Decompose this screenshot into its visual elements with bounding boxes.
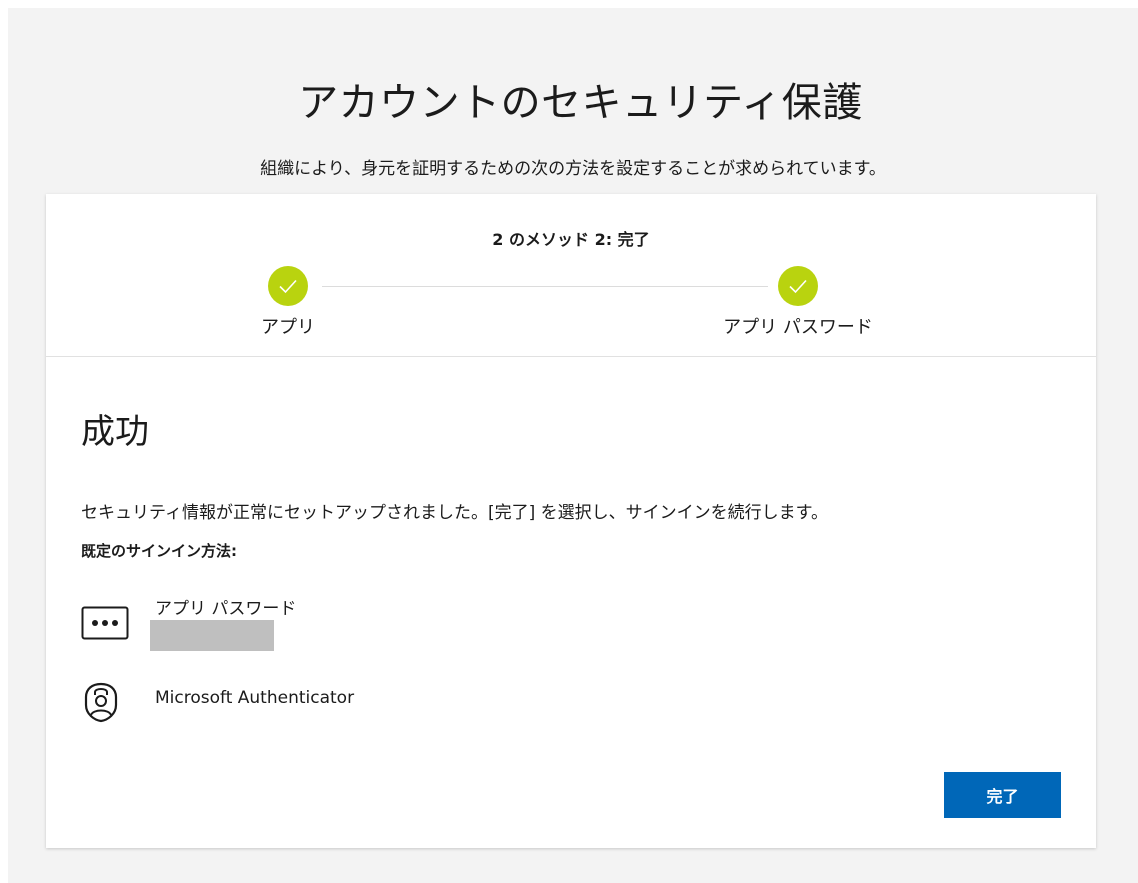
page-title: アカウントのセキュリティ保護 <box>298 80 863 126</box>
password-dots-icon <box>81 606 129 644</box>
success-message: セキュリティ情報が正常にセットアップされました。[完了] を選択し、サインインを… <box>81 503 828 523</box>
step-connector-line <box>322 286 768 287</box>
authenticator-lock-icon <box>81 681 121 727</box>
step-1-label: アプリ <box>261 317 315 338</box>
step-1-check-icon <box>268 266 308 306</box>
method-authenticator-name: Microsoft Authenticator <box>155 688 355 708</box>
done-button[interactable]: 完了 <box>944 772 1061 818</box>
step-2-check-icon <box>778 266 818 306</box>
success-title: 成功 <box>81 412 149 452</box>
step-count-text: 2 のメソッド 2: 完了 <box>492 230 650 249</box>
default-methods-label: 既定のサインイン方法: <box>81 542 237 560</box>
method-app-password: アプリ パスワード <box>81 594 681 654</box>
setup-card: 2 のメソッド 2: 完了 アプリ アプリ パスワード 成功 セキュリティ情報が… <box>46 194 1096 848</box>
progress-header: 2 のメソッド 2: 完了 アプリ アプリ パスワード <box>46 194 1096 357</box>
page-background: アカウントのセキュリティ保護 組織により、身元を証明するための次の方法を設定する… <box>8 8 1138 883</box>
method-authenticator: Microsoft Authenticator <box>81 678 681 726</box>
method-app-password-name: アプリ パスワード <box>155 599 297 619</box>
redacted-detail <box>150 620 274 651</box>
page-subtitle: 組織により、身元を証明するための次の方法を設定することが求められています。 <box>260 159 886 179</box>
step-2-label: アプリ パスワード <box>723 317 873 338</box>
